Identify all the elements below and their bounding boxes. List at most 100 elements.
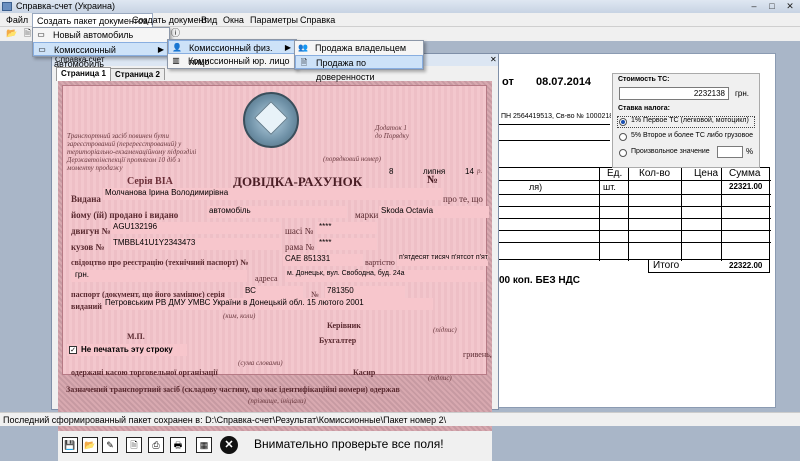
- document-icon: 🗎: [300, 58, 308, 67]
- price-words-field[interactable]: п'ятдесят тисяч п'ятсот п'ятдеся: [397, 254, 488, 266]
- menu-item-commission-car[interactable]: ▭ Комиссионный автомобиль ▶: [33, 42, 169, 69]
- open-folder-icon[interactable]: 📂: [6, 28, 17, 39]
- received-by-cashier-label: одержані касою торговельної організації: [71, 368, 218, 377]
- tab-page-2[interactable]: Страница 2: [110, 68, 165, 80]
- grid-line: [721, 168, 722, 261]
- registration-cert-label: свідоцтво про реєстрацію (технічний пасп…: [71, 258, 249, 267]
- manager-label: Керівник: [327, 321, 361, 330]
- menu-parameters[interactable]: Параметры: [246, 13, 302, 27]
- vehicle-received-label: Зазначений транспортний засіб (складову …: [66, 385, 400, 394]
- menu-item-legal-entity[interactable]: ▥ Комиссионный юр. лицо: [168, 54, 296, 68]
- issued-by-caption: (ким, коли): [223, 312, 256, 320]
- document-settings-icon[interactable]: 🗎: [126, 437, 142, 453]
- currency-field[interactable]: грн.: [71, 270, 247, 282]
- day-value[interactable]: 8: [389, 167, 393, 176]
- vehicle-type-field[interactable]: автомобіль: [207, 206, 347, 218]
- minimize-button[interactable]: –: [746, 0, 762, 13]
- certificate-form: Транспортний засіб повинен бути зареєстр…: [58, 81, 492, 431]
- submenu-arrow-icon: ▶: [157, 45, 164, 54]
- emblem-icon: [243, 92, 299, 148]
- menu-view[interactable]: Вид: [197, 13, 221, 27]
- brand-label: марки: [355, 210, 379, 220]
- person-icon: 👥: [298, 43, 308, 52]
- issued-to-field[interactable]: Молчанова Ірина Володимирівна: [103, 188, 443, 200]
- document-close-icon[interactable]: ✕: [490, 55, 497, 65]
- engine-field[interactable]: AGU132196: [111, 222, 281, 234]
- open-icon[interactable]: 📂: [82, 437, 98, 453]
- tax-option-1-radio[interactable]: [619, 118, 627, 126]
- menu-item-proxy-sale-label: Продажа по доверенности: [316, 58, 375, 82]
- cost-input[interactable]: 2232138: [619, 87, 729, 100]
- form-toolbar: 💾 📂 ✎ 🗎 ⎙ 🖶 ▦ ✕ Внимательно проверьте вс…: [58, 431, 492, 461]
- menu-item-new-car[interactable]: ▭ Новый автомобиль: [33, 28, 169, 42]
- submenu-arrow-icon: ▶: [284, 43, 291, 52]
- brand-field[interactable]: Skoda Octavia: [379, 206, 489, 218]
- print-preview-icon[interactable]: ⎙: [148, 437, 164, 453]
- window-title: Справка-счет (Украина): [16, 1, 115, 11]
- warning-text: Внимательно проверьте все поля!: [254, 437, 444, 451]
- menu-item-owner-sale[interactable]: 👥 Продажа владельцем: [295, 41, 423, 55]
- invoice-from-label: от: [502, 76, 514, 88]
- total-value: 22322.00: [729, 261, 763, 270]
- address-field[interactable]: м. Донецьк, вул. Свободна, буд. 24а: [285, 270, 485, 282]
- car-document-icon: ▭: [38, 45, 46, 54]
- menu-bar: Файл Создать пакет документов Создать до…: [0, 13, 800, 28]
- tax-option-1-label: 1% Первое ТС (легковой, мотоцикл): [631, 117, 749, 124]
- maximize-button[interactable]: □: [764, 0, 780, 13]
- sum-in-words: 00 коп. БЕЗ НДС: [499, 275, 580, 286]
- sum-words-caption: (сума словами): [238, 359, 283, 367]
- column-header-qty: Кол-во: [639, 168, 671, 179]
- edit-icon[interactable]: ✎: [102, 437, 118, 453]
- tax-option-2-radio[interactable]: [619, 133, 627, 141]
- no-print-row: ✓ Не печатать эту строку: [67, 344, 187, 356]
- registration-cert-field[interactable]: САЕ 851331: [283, 254, 363, 266]
- frame-field[interactable]: ****: [317, 238, 377, 250]
- no-print-checkbox[interactable]: ✓: [69, 346, 77, 354]
- grid-line: [499, 242, 771, 243]
- address-label: адреса: [255, 274, 278, 283]
- year-suffix: р.: [477, 167, 483, 175]
- menu-item-legal-entity-label: Комиссионный юр. лицо: [188, 56, 290, 66]
- close-button[interactable]: ✕: [782, 0, 798, 13]
- certificate-body: Транспортний засіб повинен бути зареєстр…: [62, 85, 492, 377]
- menu-item-individual[interactable]: 👤 Комиссионный физ. лицо ▶: [168, 40, 296, 67]
- appendix-label: Додаток 1: [375, 124, 407, 132]
- issued-by-field[interactable]: Петровським РВ ДМУ УМВС України в Донець…: [103, 298, 433, 310]
- menu-windows[interactable]: Окна: [219, 13, 248, 27]
- year-value[interactable]: 14: [465, 167, 474, 176]
- total-row: Итого 22322.00: [648, 260, 770, 273]
- calculator-icon[interactable]: ▦: [196, 437, 212, 453]
- save-icon[interactable]: 💾: [62, 437, 78, 453]
- menu-item-owner-sale-label: Продажа владельцем: [315, 43, 407, 53]
- tax-panel: Стоимость ТС: 2232138 грн. Ставка налога…: [612, 73, 760, 168]
- hryvnia-label: гривень,: [463, 350, 492, 359]
- title-bar: Справка-счет (Украина): [0, 0, 800, 13]
- grid-line: [499, 218, 771, 219]
- menu-help[interactable]: Справка: [296, 13, 339, 27]
- body-field[interactable]: TMBBL41U1Y2343473: [111, 238, 281, 250]
- invoice-requisites: ПН 2564419513, Св-во № 10002189: [501, 113, 611, 120]
- passport-number-field[interactable]: 781350: [325, 286, 405, 298]
- no-print-label: Не печатать эту строку: [81, 345, 173, 354]
- tax-option-2-label: 5% Второе и более ТС либо грузовое: [631, 132, 753, 139]
- row-unit: шт.: [603, 182, 616, 192]
- custom-percent-input[interactable]: [717, 146, 743, 158]
- divider: [498, 124, 610, 125]
- price-label: вартістю: [365, 258, 395, 267]
- passport-series-field[interactable]: ВС: [243, 286, 303, 298]
- accountant-label: Бухгалтер: [319, 336, 357, 345]
- engine-label: двигун №: [71, 226, 111, 236]
- grid-line: [681, 168, 682, 261]
- print-icon[interactable]: 🖶: [170, 437, 186, 453]
- manager-signature-caption: (підпис): [433, 326, 457, 334]
- individual-submenu: 👥 Продажа владельцем 🗎 Продажа по довере…: [294, 40, 424, 82]
- info-icon[interactable]: ⓘ: [170, 28, 181, 39]
- menu-item-proxy-sale[interactable]: 🗎 Продажа по доверенности: [295, 55, 423, 82]
- cancel-icon[interactable]: ✕: [220, 436, 238, 454]
- column-header-unit: Ед.: [607, 168, 623, 179]
- chassis-field[interactable]: ****: [317, 222, 377, 234]
- tax-option-3-radio[interactable]: [619, 149, 627, 157]
- create-package-dropdown: ▭ Новый автомобиль ▭ Комиссионный автомо…: [32, 27, 170, 69]
- menu-file[interactable]: Файл: [2, 13, 32, 27]
- car-document-icon: ▭: [37, 30, 45, 39]
